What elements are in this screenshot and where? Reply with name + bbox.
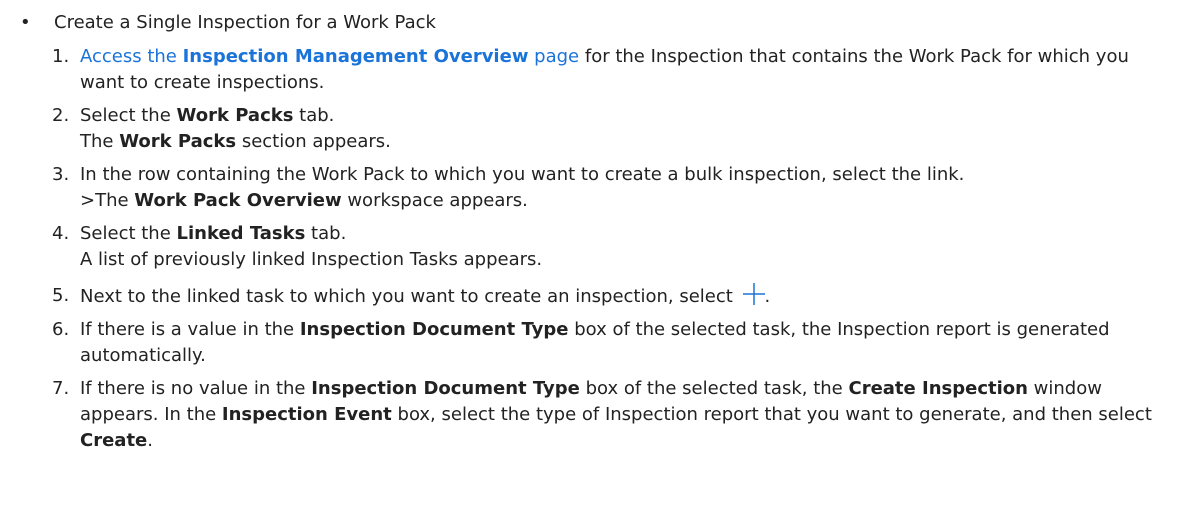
document-page: • Create a Single Inspection for a Work P…: [0, 0, 1200, 531]
ui-term: Linked Tasks: [176, 223, 306, 244]
ui-term: Work Packs: [119, 131, 237, 152]
step-7: 7. If there is no value in the Inspectio…: [52, 378, 1152, 451]
ui-term: Inspection Event: [221, 404, 392, 425]
ui-term: Work Packs: [176, 105, 294, 126]
step-number: 1.: [52, 46, 70, 67]
ui-term: Work Pack Overview: [134, 190, 342, 211]
steps-list: 1. Access the Inspection Management Over…: [52, 44, 1172, 461]
step-number: 5.: [52, 285, 70, 306]
bullet-marker: •: [20, 12, 31, 33]
ui-term: Inspection Document Type: [299, 319, 569, 340]
ui-term: Create Inspection: [848, 378, 1028, 399]
step-5: 5. Next to the linked task to which you …: [52, 283, 771, 307]
step-number: 2.: [52, 105, 70, 126]
step-number: 3.: [52, 164, 70, 185]
step-1: 1. Access the Inspection Management Over…: [52, 44, 1172, 96]
step-4: 4. Select the Linked Tasks tab. A list o…: [52, 223, 543, 270]
ui-term: Create: [80, 430, 148, 451]
overview-page-link[interactable]: Access the Inspection Management Overvie…: [80, 46, 579, 67]
step-3: 3. In the row containing the Work Pack t…: [52, 164, 965, 211]
step-number: 6.: [52, 319, 70, 340]
procedure-heading: • Create a Single Inspection for a Work P…: [20, 10, 436, 36]
plus-icon: [742, 283, 765, 305]
step-6: 6. If there is a value in the Inspection…: [52, 319, 1110, 366]
step-number: 4.: [52, 223, 70, 244]
step-2: 2. Select the Work Packs tab. The Work P…: [52, 105, 391, 152]
ui-term: Inspection Document Type: [311, 378, 580, 399]
procedure-title: Create a Single Inspection for a Work Pa…: [54, 12, 436, 33]
step-number: 7.: [52, 378, 70, 399]
